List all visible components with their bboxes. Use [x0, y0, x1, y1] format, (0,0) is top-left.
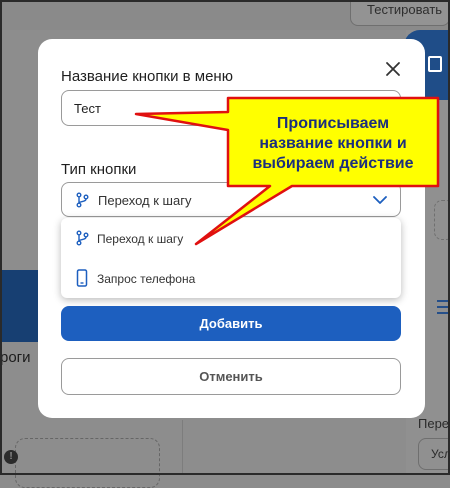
document-icon [428, 56, 442, 72]
option-phone-request[interactable]: Запрос телефона [61, 260, 401, 296]
branch-icon [76, 230, 89, 246]
callout-line: название кнопки и [259, 135, 407, 152]
callout-line: Прописываем [276, 115, 390, 132]
left-panel-header [0, 270, 38, 342]
right-dashed-area [434, 200, 450, 240]
cancel-button[interactable]: Отменить [61, 358, 401, 395]
test-button[interactable]: Тестировать [350, 0, 450, 26]
left-panel-text: роги [0, 349, 31, 366]
branch-icon [76, 192, 89, 208]
divider [182, 420, 183, 475]
name-field-label: Название кнопки в меню [61, 68, 233, 85]
warning-icon: ! [4, 450, 18, 464]
close-icon[interactable] [384, 60, 402, 78]
chevron-down-icon[interactable] [373, 195, 387, 205]
button-type-dropdown: Переход к шагу Запрос телефона [61, 218, 401, 298]
callout-line: выбираем действие [252, 155, 414, 172]
button-type-select[interactable]: Переход к шагу [61, 182, 401, 217]
option-go-to-step[interactable]: Переход к шагу [61, 220, 401, 256]
type-field-label: Тип кнопки [61, 161, 137, 178]
option-label: Запрос телефона [97, 272, 196, 286]
menu-icon[interactable] [437, 300, 450, 314]
phone-icon [76, 269, 88, 287]
add-button[interactable]: Добавить [61, 306, 401, 341]
selected-type-text: Переход к шагу [98, 193, 192, 208]
callout-text: Прописываем название кнопки и выбираем д… [228, 114, 438, 174]
dashed-drop-area [15, 438, 160, 488]
option-label: Переход к шагу [97, 232, 184, 246]
right-panel-select[interactable]: Усл [418, 438, 450, 470]
right-panel-label: Пере [418, 416, 450, 431]
